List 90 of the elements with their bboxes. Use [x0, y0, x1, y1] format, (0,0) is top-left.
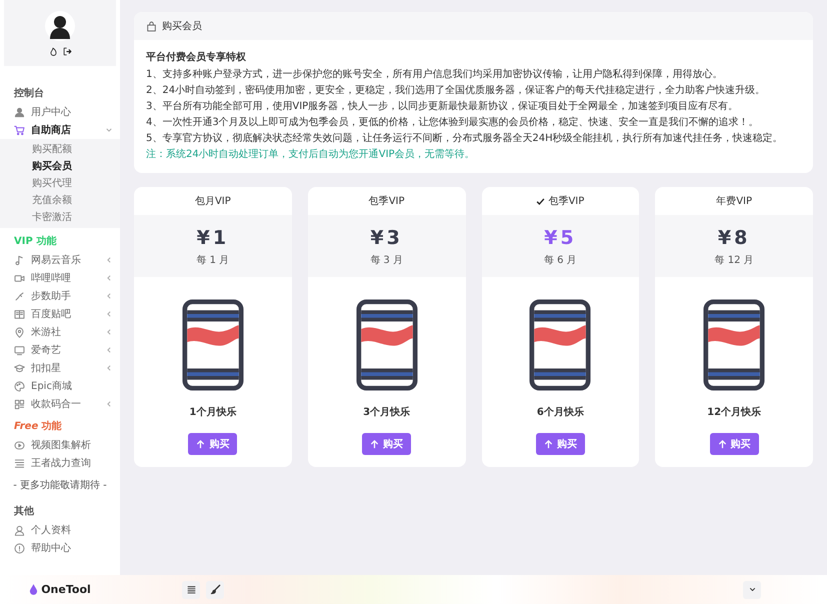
chevron-left-icon [106, 293, 112, 299]
menu-icon [186, 584, 196, 595]
chevron-down-icon [106, 127, 112, 133]
submenu-item[interactable]: 卡密激活 [0, 209, 120, 226]
chevron-left-icon [106, 329, 112, 335]
chevron-left-icon [106, 365, 112, 371]
sidebar-item[interactable]: 视频图集解析 [0, 436, 120, 454]
period-text: 每 6 月 [544, 254, 577, 267]
drop-icon [29, 584, 38, 595]
card-title: 购买会员 [162, 20, 202, 33]
avatar-icon [45, 10, 75, 40]
map-pin-icon [14, 326, 25, 338]
sidebar-item[interactable]: Epic商城 [0, 377, 120, 395]
benefit-text: 3、平台所有功能全部可用，使用VIP服务器，快人一步，以同步更新最快最新协议，保证项目处于全网最全，加速签到项目应有尽有。 [146, 100, 740, 114]
grid-icon [14, 398, 25, 410]
sidebar-item[interactable]: 自助商店 [0, 121, 120, 139]
buy-button[interactable]: 购买 [362, 433, 412, 455]
benefits-heading: 平台付费会员专享特权 [146, 50, 247, 64]
sidebar-item[interactable]: 网易云音乐 [0, 251, 120, 269]
help-circle-icon [14, 542, 25, 554]
menu-button[interactable] [182, 580, 200, 598]
chevron-left-icon [106, 347, 112, 353]
graduation-cap-icon [14, 362, 25, 374]
chevron-left-icon [106, 401, 112, 407]
period-text: 每 1 月 [196, 254, 230, 267]
price-text: ¥5 [544, 227, 577, 249]
sidebar-item[interactable]: 收款码合一 [0, 395, 120, 413]
sidebar-item[interactable]: 扣扣星 [0, 359, 120, 377]
cart-icon [14, 124, 25, 136]
period-text: 每 12 月 [714, 254, 754, 267]
submenu-item[interactable]: 购买配额 [0, 141, 120, 158]
user-icon [14, 106, 25, 118]
section-title: VIP 功能 [13, 234, 58, 249]
more-coming-note: - 更多功能敬请期待 - [12, 478, 108, 493]
music-note-icon [14, 254, 25, 266]
buy-button[interactable]: 购买 [536, 433, 585, 455]
benefit-text: 2、24小时自动签到，密码使用加密，更安全，更稳定，我们选用了全国优质服务器，保证客户的每天代挂稳定进行，全力助客户快速升级。 [146, 84, 766, 98]
monitor-icon [14, 344, 25, 356]
arrow-up-icon [196, 440, 206, 448]
submenu-item[interactable]: 购买代理 [0, 175, 120, 192]
plan-title: 包月VIP [194, 195, 231, 209]
person-icon [14, 524, 25, 536]
section-title: Free 功能 [13, 420, 63, 434]
check-icon [536, 196, 546, 206]
sidebar-item[interactable]: 哔哩哔哩 [0, 269, 120, 287]
list-icon [14, 458, 25, 468]
benefit-text: 4、一次性开通3个月及以上即可成为包季会员，更低的价格，让您体验到最实惠的会员价格，稳定、快速、安全一直是我们不懈的追求！。 [146, 116, 760, 130]
brush-icon [210, 584, 220, 595]
buy-button[interactable]: 购买 [188, 433, 238, 455]
chevron-left-icon [106, 275, 112, 281]
price-text: ¥3 [370, 227, 403, 249]
chevron-left-icon [106, 257, 112, 263]
sidebar-item[interactable]: 帮助中心 [0, 539, 120, 557]
video-camera-icon [14, 272, 25, 284]
brand-name: OneTool [41, 583, 91, 596]
arrow-up-icon [370, 440, 380, 448]
sidebar-item[interactable]: 百度贴吧 [0, 305, 120, 323]
period-text: 每 3 月 [370, 254, 403, 267]
bag-icon [146, 20, 157, 32]
notice-text: 注：系统24小时自动处理订单，支付后自动为您开通VIP会员，无需等待。 [146, 148, 476, 162]
chevron-left-icon [106, 311, 112, 317]
plan-name: 6个月快乐 [536, 406, 584, 419]
sidebar-item[interactable]: 爱奇艺 [0, 341, 120, 359]
arrow-up-icon [718, 440, 727, 448]
price-text: ¥8 [718, 227, 750, 249]
plan-name: 3个月快乐 [363, 406, 410, 419]
plan-title: 包季VIP [536, 187, 584, 215]
sidebar-item[interactable]: 用户中心 [0, 103, 120, 121]
palette-icon [14, 380, 25, 392]
book-icon [14, 308, 25, 320]
plan-title: 包季VIP [368, 194, 405, 209]
price-text: ¥1 [196, 227, 230, 249]
plan-name: 1个月快乐 [189, 406, 236, 419]
benefit-text: 5、专享官方协议，彻底解决状态经常失效问题，让任务运行不间断，分布式服务器全天24H秒级全能挂机，执行所有加速代挂任务，快速稳定。 [146, 132, 784, 146]
brush-button[interactable] [206, 580, 224, 598]
buy-button[interactable]: 购买 [710, 433, 759, 455]
sidebar-item[interactable]: 米游社 [0, 323, 120, 341]
plan-title: 年费VIP [716, 194, 752, 209]
plan-name: 12个月快乐 [707, 406, 762, 419]
submenu-item[interactable]: 充值余额 [0, 192, 120, 209]
section-title: 其他 [13, 504, 35, 519]
logout-icon [62, 46, 72, 56]
benefit-text: 1、支持多种账户登录方式，进一步保护您的账号安全，所有用户信息我们均采用加密协议传输，让用户隐私得到保障，用得放心。 [146, 68, 724, 82]
section-title: 控制台 [12, 86, 45, 101]
sidebar-item[interactable]: 步数助手 [0, 287, 120, 305]
arrow-up-icon [544, 440, 553, 448]
sidebar-item[interactable]: 王者战力查询 [0, 454, 120, 472]
dropdown-button[interactable] [743, 580, 761, 598]
submenu-item[interactable]: 购买会员 [0, 158, 120, 175]
sidebar-item[interactable]: 个人资料 [0, 521, 120, 539]
